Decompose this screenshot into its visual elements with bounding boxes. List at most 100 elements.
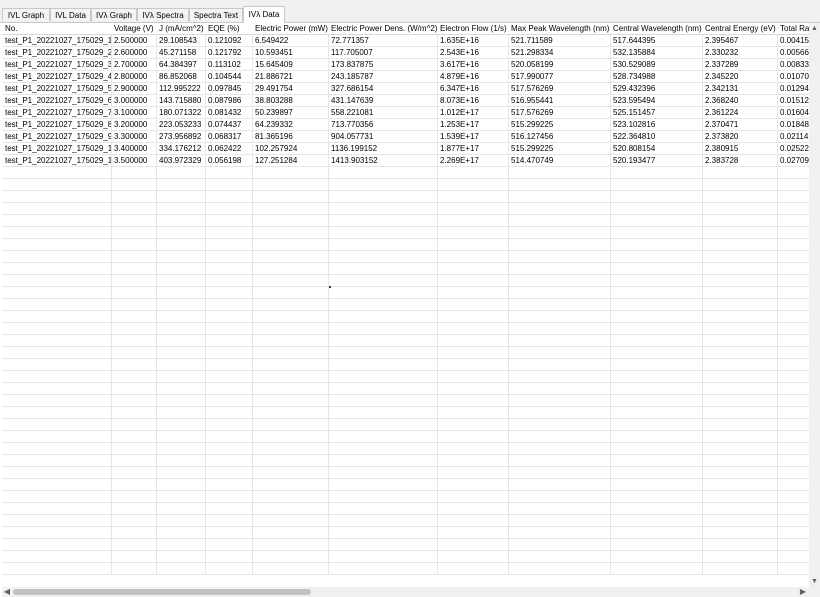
table-cell[interactable] (777, 479, 809, 491)
table-cell[interactable] (2, 275, 112, 287)
table-cell[interactable]: 520.808154 (610, 143, 703, 155)
table-cell[interactable] (156, 227, 206, 239)
table-cell[interactable]: test_P1_20221027_175029_5 (2, 83, 112, 95)
table-cell[interactable] (156, 167, 206, 179)
table-row[interactable] (2, 359, 809, 371)
table-cell[interactable] (437, 359, 509, 371)
table-cell[interactable] (508, 515, 611, 527)
table-cell[interactable] (328, 203, 438, 215)
table-cell[interactable] (205, 443, 253, 455)
table-cell[interactable] (2, 563, 112, 575)
table-cell[interactable]: 0.02114 (777, 131, 809, 143)
table-cell[interactable]: 515.299225 (508, 143, 611, 155)
table-cell[interactable] (205, 479, 253, 491)
table-cell[interactable] (205, 239, 253, 251)
table-cell[interactable] (702, 527, 778, 539)
table-cell[interactable] (2, 419, 112, 431)
table-cell[interactable] (111, 239, 157, 251)
table-cell[interactable] (111, 167, 157, 179)
table-cell[interactable] (111, 275, 157, 287)
table-cell[interactable] (2, 383, 112, 395)
data-grid[interactable]: No. Voltage (V) J (mA/cm^2) EQE (%) Electric… (2, 23, 809, 586)
table-cell[interactable] (702, 443, 778, 455)
table-cell[interactable] (205, 299, 253, 311)
table-cell[interactable] (2, 359, 112, 371)
table-cell[interactable] (508, 539, 611, 551)
table-cell[interactable] (508, 431, 611, 443)
table-row[interactable]: test_P1_20221027_175029_10 3.400000 334.17… (2, 143, 809, 155)
table-cell[interactable] (205, 179, 253, 191)
table-cell[interactable] (156, 311, 206, 323)
table-cell[interactable]: 64.384397 (156, 59, 206, 71)
table-cell[interactable]: 0.056198 (205, 155, 253, 167)
table-cell[interactable]: 0.00833 (777, 59, 809, 71)
table-cell[interactable] (111, 491, 157, 503)
table-cell[interactable] (252, 215, 329, 227)
table-cell[interactable] (111, 419, 157, 431)
table-cell[interactable] (2, 503, 112, 515)
table-cell[interactable] (205, 167, 253, 179)
table-cell[interactable] (252, 371, 329, 383)
table-cell[interactable] (111, 551, 157, 563)
vertical-scrollbar[interactable]: ▲ ▼ (809, 23, 820, 587)
table-cell[interactable]: 0.113102 (205, 59, 253, 71)
table-cell[interactable] (205, 419, 253, 431)
table-cell[interactable] (777, 179, 809, 191)
table-cell[interactable] (156, 263, 206, 275)
table-row[interactable] (2, 227, 809, 239)
table-cell[interactable] (777, 527, 809, 539)
table-cell[interactable] (252, 323, 329, 335)
table-cell[interactable] (702, 407, 778, 419)
table-cell[interactable] (777, 359, 809, 371)
table-cell[interactable] (508, 299, 611, 311)
table-cell[interactable] (610, 347, 703, 359)
table-cell[interactable]: 3.100000 (111, 107, 157, 119)
table-row[interactable] (2, 563, 809, 575)
table-cell[interactable] (702, 299, 778, 311)
table-cell[interactable] (205, 491, 253, 503)
table-cell[interactable]: 29.491754 (252, 83, 329, 95)
table-cell[interactable]: test_P1_20221027_175029_1 (2, 35, 112, 47)
table-cell[interactable]: 1136.199152 (328, 143, 438, 155)
table-cell[interactable] (508, 371, 611, 383)
table-row[interactable] (2, 179, 809, 191)
table-cell[interactable]: 558.221081 (328, 107, 438, 119)
table-cell[interactable] (702, 323, 778, 335)
table-cell[interactable]: 173.837875 (328, 59, 438, 71)
table-cell[interactable] (328, 347, 438, 359)
table-cell[interactable] (437, 287, 509, 299)
table-cell[interactable] (156, 527, 206, 539)
table-cell[interactable] (437, 215, 509, 227)
column-header[interactable]: Central Energy (eV) (702, 23, 778, 35)
table-cell[interactable]: 0.087986 (205, 95, 253, 107)
table-cell[interactable] (328, 311, 438, 323)
table-cell[interactable] (437, 527, 509, 539)
table-cell[interactable] (777, 239, 809, 251)
table-cell[interactable] (156, 503, 206, 515)
table-cell[interactable]: 0.01294 (777, 83, 809, 95)
table-cell[interactable] (610, 203, 703, 215)
table-cell[interactable]: 1.635E+16 (437, 35, 509, 47)
table-cell[interactable]: 2.800000 (111, 71, 157, 83)
table-cell[interactable] (111, 215, 157, 227)
table-cell[interactable] (437, 551, 509, 563)
table-cell[interactable] (205, 515, 253, 527)
table-cell[interactable] (252, 347, 329, 359)
table-cell[interactable] (437, 203, 509, 215)
table-cell[interactable] (508, 443, 611, 455)
table-row[interactable] (2, 311, 809, 323)
table-cell[interactable] (2, 551, 112, 563)
table-cell[interactable] (702, 563, 778, 575)
table-cell[interactable] (111, 299, 157, 311)
table-cell[interactable] (777, 395, 809, 407)
table-cell[interactable] (610, 335, 703, 347)
table-cell[interactable] (252, 287, 329, 299)
table-cell[interactable]: test_P1_20221027_175029_8 (2, 119, 112, 131)
table-cell[interactable] (205, 551, 253, 563)
table-cell[interactable]: test_P1_20221027_175029_3 (2, 59, 112, 71)
table-cell[interactable] (610, 503, 703, 515)
table-cell[interactable] (610, 539, 703, 551)
table-cell[interactable]: 2.370471 (702, 119, 778, 131)
table-cell[interactable]: 0.074437 (205, 119, 253, 131)
table-cell[interactable]: 143.715880 (156, 95, 206, 107)
